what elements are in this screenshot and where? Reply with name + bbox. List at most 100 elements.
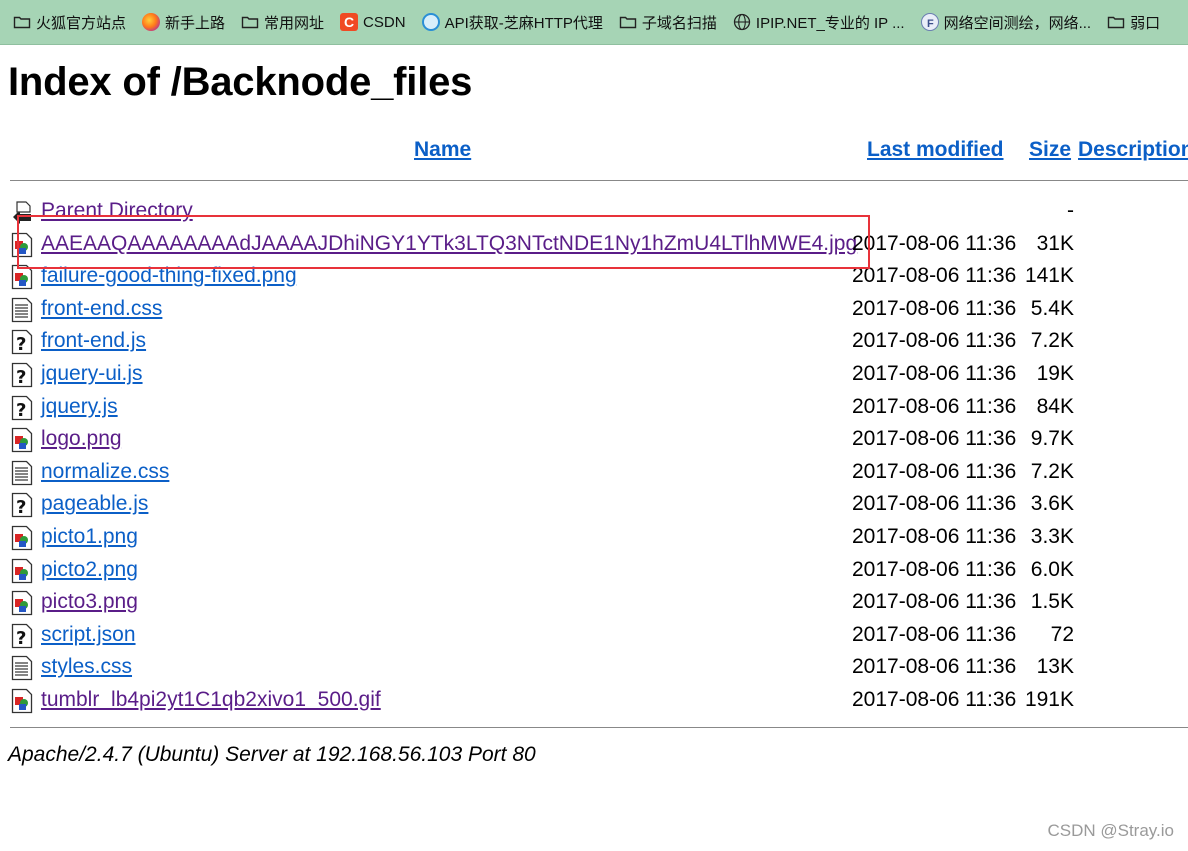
file-size: 84K [1036, 395, 1074, 418]
unknown-file-icon: ? [11, 362, 34, 388]
api-icon [421, 13, 440, 31]
file-date: 2017-08-06 11:36 [852, 688, 1017, 711]
bookmark-item[interactable]: 新手上路 [142, 12, 225, 33]
file-size: 72 [1050, 623, 1074, 646]
file-link[interactable]: styles.css [41, 655, 132, 679]
column-header-last-modified[interactable]: Last modified [867, 138, 1004, 162]
bookmark-item[interactable]: 火狐官方站点 [13, 12, 126, 33]
file-date: 2017-08-06 11:36 [852, 427, 1017, 450]
file-link[interactable]: picto1.png [41, 525, 138, 549]
file-link[interactable]: front-end.js [41, 329, 146, 353]
svg-text:F: F [927, 18, 934, 30]
column-header-size[interactable]: Size [1029, 138, 1071, 162]
file-row: ? front-end.js 2017-08-06 11:36 7.2K [0, 326, 1188, 358]
server-signature: Apache/2.4.7 (Ubuntu) Server at 192.168.… [8, 743, 536, 766]
file-link[interactable]: jquery.js [41, 395, 118, 419]
svg-text:?: ? [16, 497, 26, 518]
file-link[interactable]: normalize.css [41, 460, 169, 484]
bookmark-item[interactable]: F 网络空间测绘，网络... [920, 12, 1092, 33]
bookmark-item[interactable]: API获取-芝麻HTTP代理 [421, 12, 603, 33]
svg-text:?: ? [16, 367, 26, 388]
file-row: front-end.css 2017-08-06 11:36 5.4K [0, 294, 1188, 326]
bookmark-label: 火狐官方站点 [36, 14, 127, 32]
file-row: ? jquery.js 2017-08-06 11:36 84K [0, 392, 1188, 424]
file-date: 2017-08-06 11:36 [852, 395, 1017, 418]
file-row: logo.png 2017-08-06 11:36 9.7K [0, 424, 1188, 456]
file-link[interactable]: jquery-ui.js [41, 362, 143, 386]
globe-icon [733, 13, 751, 31]
file-row: ? pageable.js 2017-08-06 11:36 3.6K [0, 489, 1188, 521]
file-row: picto3.png 2017-08-06 11:36 1.5K [0, 587, 1188, 619]
bookmark-item[interactable]: IPIP.NET_专业的 IP ... [733, 12, 905, 33]
text-file-icon [11, 460, 34, 486]
bookmark-item[interactable]: 弱口 [1107, 12, 1160, 33]
file-date: 2017-08-06 11:36 [852, 525, 1017, 548]
file-size: - [1067, 199, 1074, 222]
file-date: 2017-08-06 11:36 [852, 362, 1017, 385]
bookmark-label: CSDN [363, 13, 406, 31]
image-icon [11, 525, 34, 551]
file-link[interactable]: script.json [41, 623, 136, 647]
image-icon [11, 688, 34, 714]
page-title: Index of /Backnode_files [8, 60, 473, 104]
file-link[interactable]: picto3.png [41, 590, 138, 614]
bookmark-label: 常用网址 [264, 14, 325, 32]
folder-icon [13, 13, 31, 31]
text-file-icon [11, 655, 34, 681]
folder-icon [1107, 13, 1125, 31]
column-header-name[interactable]: Name [414, 138, 471, 162]
file-link[interactable]: front-end.css [41, 297, 162, 321]
unknown-file-icon: ? [11, 623, 34, 649]
file-date: 2017-08-06 11:36 [852, 655, 1017, 678]
unknown-file-icon: ? [11, 395, 34, 421]
file-size: 3.6K [1030, 492, 1074, 515]
file-date: 2017-08-06 11:36 [852, 232, 1017, 255]
file-date: 2017-08-06 11:36 [852, 264, 1017, 287]
svg-text:?: ? [16, 334, 26, 355]
bookmark-label: 子域名扫描 [641, 14, 717, 32]
svg-text:?: ? [16, 400, 26, 421]
file-row: tumblr_lb4pi2yt1C1qb2xivo1_500.gif 2017-0… [0, 685, 1188, 717]
file-date: 2017-08-06 11:36 [852, 460, 1017, 483]
file-row: ? script.json 2017-08-06 11:36 72 [0, 620, 1188, 652]
file-date: 2017-08-06 11:36 [852, 297, 1017, 320]
file-size: 7.2K [1030, 460, 1074, 483]
bookmark-label: 新手上路 [165, 14, 226, 32]
svg-text:C: C [344, 14, 354, 30]
unknown-file-icon: ? [11, 329, 34, 355]
file-row: ? jquery-ui.js 2017-08-06 11:36 19K [0, 359, 1188, 391]
file-size: 19K [1036, 362, 1074, 385]
bookmark-label: 弱口 [1130, 14, 1161, 32]
file-date: 2017-08-06 11:36 [852, 558, 1017, 581]
file-link[interactable]: pageable.js [41, 492, 148, 516]
file-size: 3.3K [1030, 525, 1074, 548]
image-icon [11, 590, 34, 616]
divider [10, 180, 1188, 181]
bookmark-item[interactable]: C CSDN [340, 13, 406, 31]
highlight-annotation-box [17, 215, 870, 269]
divider [10, 727, 1188, 728]
file-size: 9.7K [1030, 427, 1074, 450]
unknown-file-icon: ? [11, 492, 34, 518]
image-icon [11, 558, 34, 584]
bookmark-item[interactable]: 常用网址 [241, 12, 324, 33]
file-link[interactable]: logo.png [41, 427, 122, 451]
file-size: 6.0K [1030, 558, 1074, 581]
file-date: 2017-08-06 11:36 [852, 329, 1017, 352]
file-row: picto2.png 2017-08-06 11:36 6.0K [0, 555, 1188, 587]
folder-icon [619, 13, 637, 31]
file-size: 1.5K [1030, 590, 1074, 613]
bookmark-item[interactable]: 子域名扫描 [619, 12, 717, 33]
folder-icon [241, 13, 259, 31]
bookmark-label: 网络空间测绘，网络... [943, 14, 1092, 32]
column-header-description[interactable]: Description [1078, 138, 1188, 162]
bookmark-label: IPIP.NET_专业的 IP ... [755, 14, 905, 32]
fofa-icon: F [920, 13, 939, 31]
watermark: CSDN @Stray.io [1047, 821, 1174, 840]
bookmark-label: API获取-芝麻HTTP代理 [444, 14, 603, 32]
image-icon [11, 427, 34, 453]
file-link[interactable]: picto2.png [41, 558, 138, 582]
file-link[interactable]: tumblr_lb4pi2yt1C1qb2xivo1_500.gif [41, 688, 381, 712]
svg-text:?: ? [16, 628, 26, 649]
file-row: picto1.png 2017-08-06 11:36 3.3K [0, 522, 1188, 554]
